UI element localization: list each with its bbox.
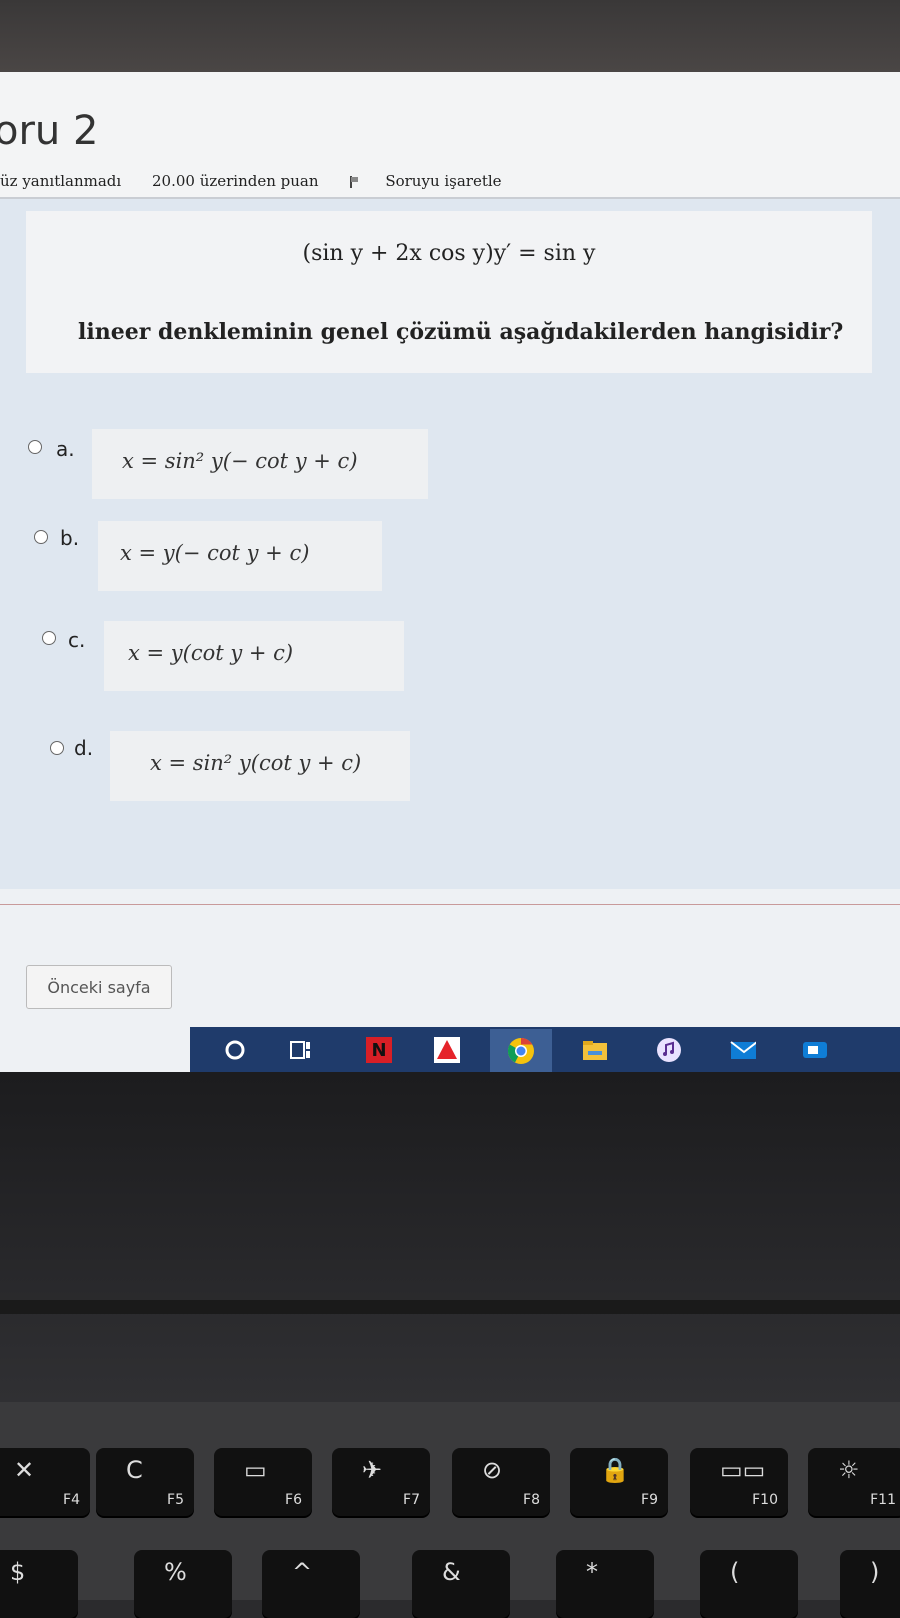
- option-answer-box: x = y(cot y + c): [104, 621, 404, 691]
- key-symbol: *: [586, 1558, 598, 1586]
- question-title: oru 2: [0, 108, 99, 154]
- option-formula: x = y(cot y + c): [128, 641, 294, 665]
- key-f6[interactable]: ▭ F6: [214, 1448, 312, 1516]
- acrobat-icon[interactable]: [434, 1037, 460, 1063]
- key-symbol: C: [126, 1456, 143, 1484]
- key-symbol: ^: [292, 1558, 313, 1586]
- key-f11[interactable]: ☼ F11: [808, 1448, 900, 1516]
- key-fn-label: F9: [641, 1492, 658, 1508]
- key-symbol: ⊘: [482, 1456, 503, 1484]
- netflix-icon[interactable]: N: [366, 1037, 392, 1063]
- key-9[interactable]: (: [700, 1550, 798, 1618]
- option-letter: c.: [68, 628, 86, 652]
- key-f5[interactable]: C F5: [96, 1448, 194, 1516]
- option-answer-box: x = sin² y(− cot y + c): [92, 429, 428, 499]
- key-fn-label: F5: [167, 1492, 184, 1508]
- option-formula: x = sin² y(− cot y + c): [122, 449, 358, 473]
- question-equation: (sin y + 2x cos y)y′ = sin y: [302, 241, 596, 266]
- key-fn-label: F7: [403, 1492, 420, 1508]
- key-symbol: 🔒: [600, 1456, 630, 1484]
- question-text: lineer denkleminin genel çözümü aşağıdak…: [78, 319, 844, 345]
- option-letter: a.: [56, 437, 75, 461]
- key-symbol: ▭▭: [720, 1456, 766, 1484]
- key-symbol: ✕: [14, 1456, 35, 1484]
- key-5[interactable]: %: [134, 1550, 232, 1618]
- mail-icon[interactable]: [730, 1037, 756, 1063]
- option-formula: x = sin² y(cot y + c): [150, 751, 362, 775]
- option-answer-box: x = y(− cot y + c): [98, 521, 382, 591]
- question-box: (sin y + 2x cos y)y′ = sin y lineer denk…: [26, 211, 872, 373]
- netflix-logo-letter: N: [371, 1039, 387, 1061]
- question-meta: üz yanıtlanmadı 20.00 üzerinden puan Sor…: [0, 172, 554, 190]
- radio-button[interactable]: [34, 530, 48, 544]
- option-answer-box: x = sin² y(cot y + c): [110, 731, 410, 801]
- key-symbol: (: [730, 1558, 740, 1586]
- flag-icon: [349, 176, 359, 188]
- groove-music-icon[interactable]: [656, 1037, 682, 1063]
- key-symbol: ☼: [838, 1456, 860, 1484]
- key-symbol: %: [164, 1558, 187, 1586]
- key-6[interactable]: ^: [262, 1550, 360, 1618]
- flag-question-link[interactable]: Soruyu işaretle: [349, 172, 527, 190]
- file-explorer-icon[interactable]: [582, 1037, 608, 1063]
- key-fn-label: F4: [63, 1492, 80, 1508]
- key-0[interactable]: ): [840, 1550, 900, 1618]
- monitor-top-bezel: [0, 0, 900, 72]
- key-symbol: $: [10, 1558, 26, 1586]
- key-f8[interactable]: ⊘ F8: [452, 1448, 550, 1516]
- key-fn-label: F11: [870, 1492, 896, 1508]
- windows-taskbar: N: [190, 1027, 900, 1072]
- task-view-icon[interactable]: [288, 1037, 314, 1063]
- key-fn-label: F8: [523, 1492, 540, 1508]
- key-4[interactable]: $: [0, 1550, 78, 1618]
- flag-question-label: Soruyu işaretle: [385, 172, 502, 190]
- divider: [0, 904, 900, 905]
- previous-page-button[interactable]: Önceki sayfa: [26, 965, 172, 1009]
- key-f4[interactable]: ✕ F4: [0, 1448, 90, 1516]
- key-symbol: &: [442, 1558, 461, 1586]
- key-f9[interactable]: 🔒 F9: [570, 1448, 668, 1516]
- radio-button[interactable]: [28, 440, 42, 454]
- key-7[interactable]: &: [412, 1550, 510, 1618]
- answer-status: üz yanıtlanmadı: [0, 172, 122, 190]
- key-f7[interactable]: ✈ F7: [332, 1448, 430, 1516]
- camera-icon[interactable]: [802, 1037, 828, 1063]
- cortana-icon[interactable]: [222, 1037, 248, 1063]
- option-formula: x = y(− cot y + c): [120, 541, 310, 565]
- browser-screen: oru 2 üz yanıtlanmadı 20.00 üzerinden pu…: [0, 72, 900, 1072]
- question-area: (sin y + 2x cos y)y′ = sin y lineer denk…: [0, 199, 900, 889]
- question-header: oru 2 üz yanıtlanmadı 20.00 üzerinden pu…: [0, 72, 900, 199]
- key-8[interactable]: *: [556, 1550, 654, 1618]
- key-fn-label: F6: [285, 1492, 302, 1508]
- key-f10[interactable]: ▭▭ F10: [690, 1448, 788, 1516]
- key-symbol: ▭: [244, 1456, 267, 1484]
- key-fn-label: F10: [752, 1492, 778, 1508]
- key-symbol: ): [870, 1558, 880, 1586]
- laptop-hinge: [0, 1300, 900, 1314]
- laptop-bottom-bezel: [0, 1072, 900, 1402]
- option-letter: d.: [74, 736, 94, 760]
- option-letter: b.: [60, 526, 80, 550]
- key-symbol: ✈: [362, 1456, 383, 1484]
- radio-button[interactable]: [42, 631, 56, 645]
- laptop-keyboard: ✕ F4 C F5 ▭ F6 ✈ F7 ⊘ F8 🔒 F9 ▭▭ F10 ☼ F11 $ % ^…: [0, 1402, 900, 1618]
- points-label: 20.00 üzerinden puan: [151, 172, 319, 190]
- chrome-icon[interactable]: [490, 1029, 552, 1072]
- radio-button[interactable]: [50, 741, 64, 755]
